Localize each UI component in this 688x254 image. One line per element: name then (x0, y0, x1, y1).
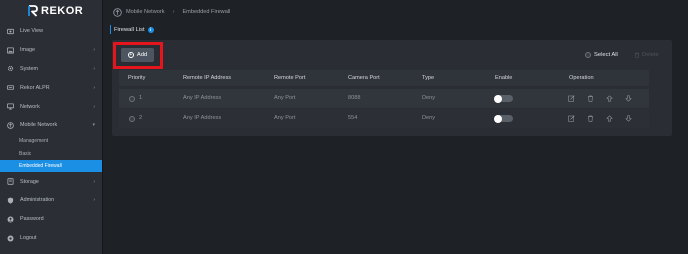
delete-button-label: Delete (642, 52, 659, 58)
table-row: 1 Any IP Address Any Port 8088 Deny (119, 89, 649, 108)
trash-icon (635, 52, 639, 58)
sidebar-item-label: Password (20, 216, 44, 223)
sidebar-item-network[interactable]: Network › (0, 97, 102, 116)
live-view-icon (6, 27, 14, 35)
network-icon (6, 103, 14, 111)
sidebar-item-storage[interactable]: Storage › (0, 172, 102, 191)
enable-toggle[interactable] (494, 114, 513, 123)
storage-icon (6, 178, 14, 186)
sidebar-item-mobile-network[interactable]: Mobile Network ▾ (0, 116, 102, 135)
select-all-control[interactable]: Select All (585, 52, 618, 58)
column-header-camera-port: Camera Port (348, 75, 380, 81)
move-down-icon[interactable] (624, 114, 632, 122)
row-select-radio[interactable] (129, 95, 135, 102)
plus-circle-icon: + (127, 51, 134, 58)
cell-priority: 2 (139, 115, 143, 121)
select-all-radio[interactable] (585, 52, 591, 58)
sidebar-item-label: Image (20, 47, 35, 54)
sidebar-nav: Live View Image › System › Rekor ALPR › … (0, 22, 102, 247)
sidebar-item-label: Storage (20, 178, 39, 185)
cell-camera-port: 8088 (348, 95, 361, 101)
column-header-type: Type (422, 75, 435, 81)
chevron-right-icon: › (93, 178, 95, 185)
chevron-right-icon: › (93, 47, 95, 54)
delete-button[interactable]: Delete (634, 52, 659, 58)
sidebar-item-label: Live View (20, 28, 43, 35)
sidebar-subitem-management[interactable]: Management (0, 135, 102, 148)
move-down-icon[interactable] (624, 94, 632, 102)
column-header-priority: Priority (128, 75, 146, 81)
edit-icon[interactable] (567, 114, 575, 122)
sidebar-item-password[interactable]: Password (0, 210, 102, 229)
cell-camera-port: 554 (348, 115, 358, 121)
breadcrumb-current-page: Embedded Firewall (182, 9, 231, 15)
mobile-network-icon (6, 121, 14, 129)
cell-remote-port: Any Port (274, 115, 296, 121)
power-icon (6, 234, 14, 242)
brand-name: REKOR (41, 5, 84, 17)
sidebar-item-logout[interactable]: Logout (0, 229, 102, 248)
cell-priority: 1 (139, 95, 143, 101)
breadcrumb-separator: › (172, 9, 175, 15)
chevron-right-icon: › (93, 103, 95, 110)
sidebar-item-label: Mobile Network (20, 122, 58, 129)
move-up-icon[interactable] (605, 94, 613, 102)
sidebar-item-label: Rekor ALPR (20, 84, 50, 91)
rekor-logo-icon (28, 5, 38, 17)
delete-icon[interactable] (586, 114, 594, 122)
cell-type: Deny (422, 115, 436, 121)
row-select-radio[interactable] (129, 115, 135, 122)
table-header: Priority Remote IP Address Remote Port C… (119, 70, 649, 86)
chevron-right-icon: › (93, 84, 95, 91)
cell-remote-ip: Any IP Address (183, 115, 222, 121)
image-icon (6, 46, 14, 54)
sidebar-item-label: Logout (20, 235, 37, 242)
add-button[interactable]: + Add (121, 48, 154, 62)
user-icon (6, 215, 14, 223)
sidebar: REKOR Live View Image › System › Rekor A… (0, 0, 103, 254)
firewall-list-title: Firewall List (114, 26, 145, 33)
info-icon[interactable]: i (147, 26, 154, 33)
add-button-label: Add (136, 52, 148, 58)
sidebar-item-rekor-alpr[interactable]: Rekor ALPR › (0, 78, 102, 97)
column-header-operation: Operation (569, 75, 594, 81)
move-up-icon[interactable] (605, 114, 613, 122)
sidebar-item-administration[interactable]: Administration › (0, 191, 102, 210)
brand-logo: REKOR (0, 0, 102, 22)
sidebar-item-image[interactable]: Image › (0, 41, 102, 60)
gear-icon (6, 65, 14, 73)
edit-icon[interactable] (567, 94, 575, 102)
toggle-knob (494, 114, 502, 123)
delete-icon[interactable] (586, 94, 594, 102)
cell-type: Deny (422, 95, 436, 101)
column-header-remote-ip: Remote IP Address (183, 75, 232, 81)
select-all-label: Select All (594, 52, 618, 58)
breadcrumb: Mobile Network › Embedded Firewall (103, 0, 688, 24)
chevron-right-icon: › (93, 65, 95, 72)
sidebar-item-label: Network (20, 103, 40, 110)
sidebar-item-live-view[interactable]: Live View (0, 22, 102, 41)
enable-toggle[interactable] (494, 94, 513, 103)
sidebar-subitem-embedded-firewall[interactable]: Embedded Firewall (0, 159, 102, 173)
alpr-icon (6, 84, 14, 92)
shield-icon (6, 196, 14, 204)
sidebar-item-system[interactable]: System › (0, 60, 102, 79)
sidebar-item-label: Administration (20, 197, 55, 204)
page-title: Firewall List i (110, 25, 154, 34)
toggle-knob (494, 94, 502, 103)
cell-remote-port: Any Port (274, 95, 296, 101)
sidebar-item-label: System (20, 65, 38, 72)
chevron-right-icon: › (93, 197, 95, 204)
table-row: 2 Any IP Address Any Port 554 Deny (119, 109, 649, 128)
column-header-enable: Enable (495, 75, 513, 81)
column-header-remote-port: Remote Port (274, 75, 306, 81)
chevron-down-icon: ▾ (92, 122, 95, 129)
mobile-network-icon (112, 7, 122, 17)
sidebar-subitem-basic[interactable]: Basic (0, 147, 102, 160)
cell-remote-ip: Any IP Address (183, 95, 222, 101)
breadcrumb-section[interactable]: Mobile Network (126, 9, 165, 15)
